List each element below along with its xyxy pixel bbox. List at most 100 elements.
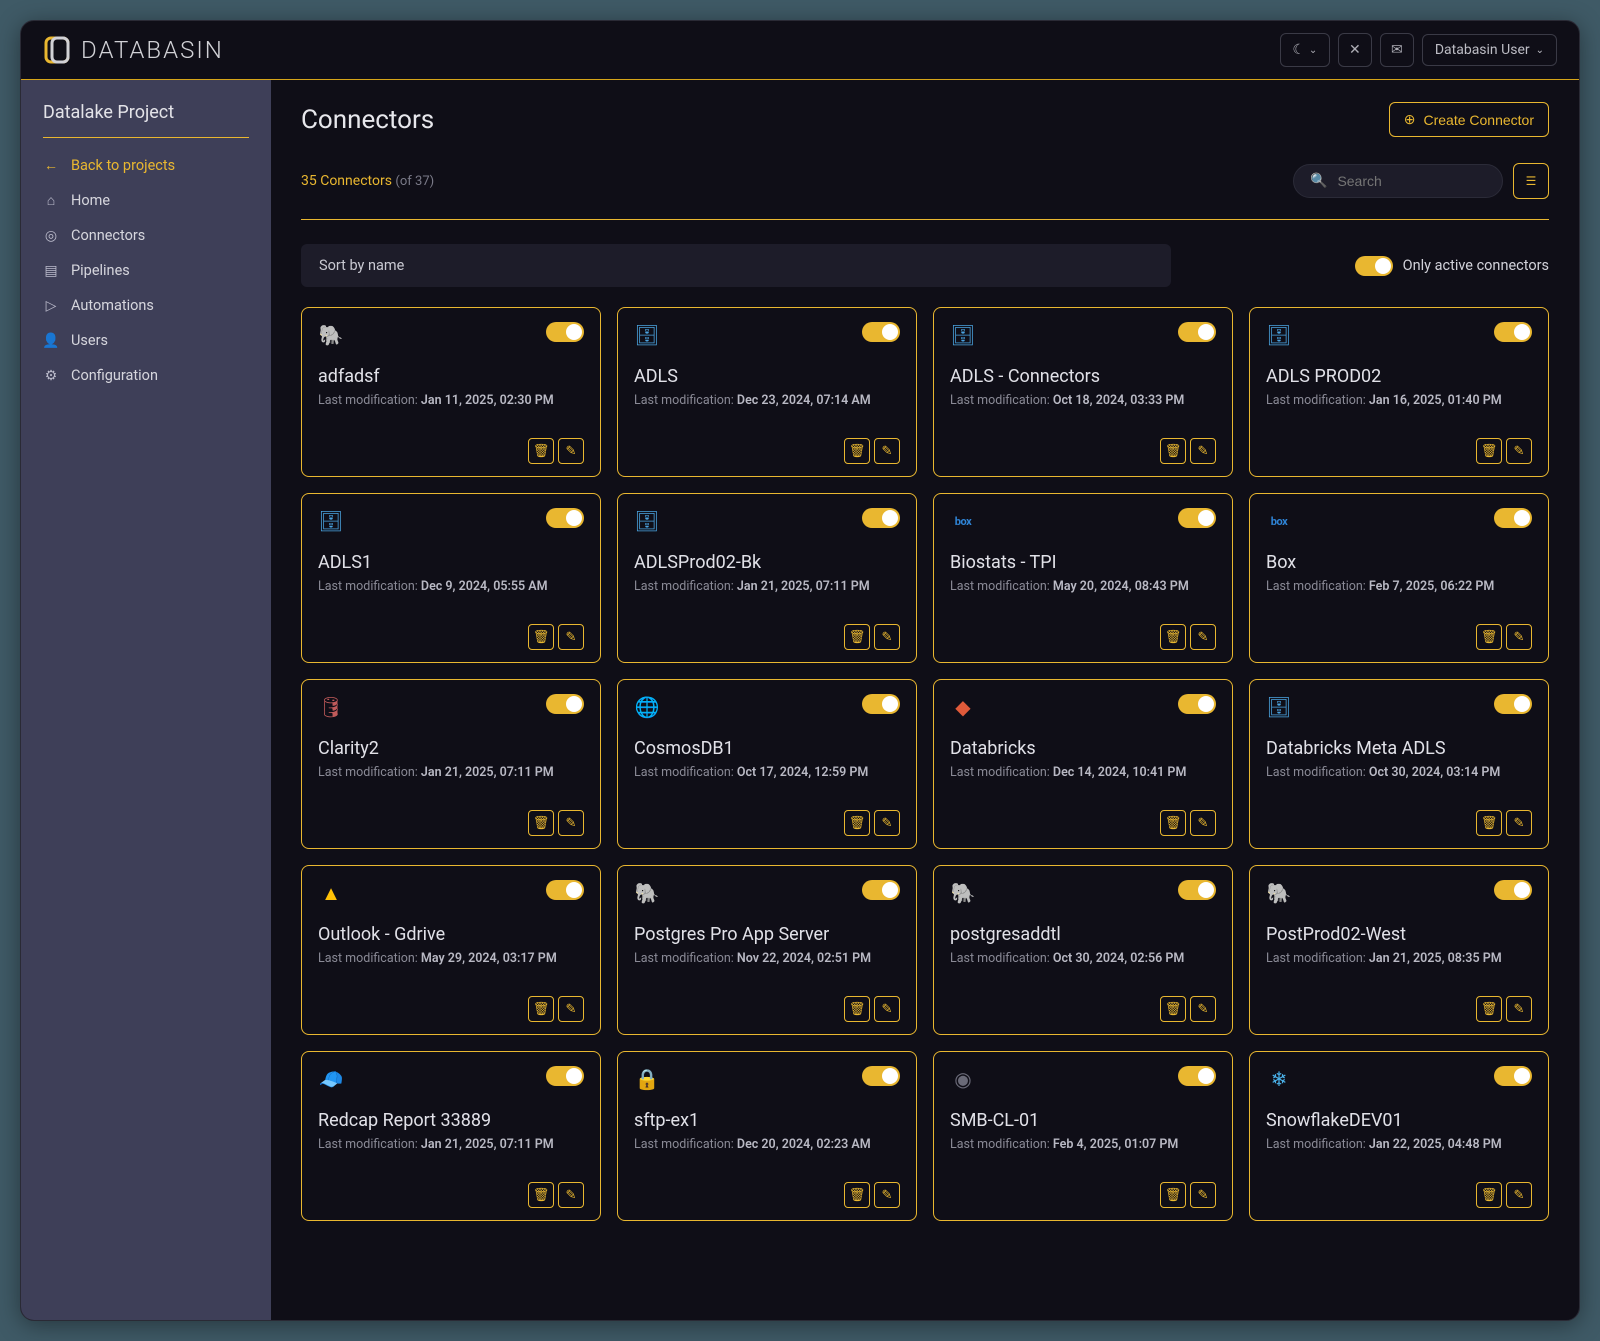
connector-card[interactable]: 🗄ADLSProd02-BkLast modification: Jan 21,… xyxy=(617,493,917,663)
delete-button[interactable]: 🗑 xyxy=(1160,996,1186,1022)
sidebar-item-pipelines[interactable]: ▤Pipelines xyxy=(21,253,271,288)
delete-button[interactable]: 🗑 xyxy=(528,810,554,836)
connector-card[interactable]: ◆DatabricksLast modification: Dec 14, 20… xyxy=(933,679,1233,849)
edit-button[interactable]: ✎ xyxy=(874,810,900,836)
connector-card[interactable]: boxBoxLast modification: Feb 7, 2025, 06… xyxy=(1249,493,1549,663)
delete-button[interactable]: 🗑 xyxy=(1476,438,1502,464)
connector-card[interactable]: 🌐CosmosDB1Last modification: Oct 17, 202… xyxy=(617,679,917,849)
edit-button[interactable]: ✎ xyxy=(1190,810,1216,836)
search-input-wrap[interactable]: 🔍 xyxy=(1293,164,1503,198)
connector-active-toggle[interactable] xyxy=(546,1066,584,1086)
connector-active-toggle[interactable] xyxy=(862,1066,900,1086)
connector-card[interactable]: 🔒sftp-ex1Last modification: Dec 20, 2024… xyxy=(617,1051,917,1221)
sidebar-item-connectors[interactable]: ◎Connectors xyxy=(21,218,271,253)
search-input[interactable] xyxy=(1337,173,1518,189)
sidebar-item-users[interactable]: 👤Users xyxy=(21,323,271,358)
delete-button[interactable]: 🗑 xyxy=(1160,438,1186,464)
edit-button[interactable]: ✎ xyxy=(1190,996,1216,1022)
edit-button[interactable]: ✎ xyxy=(1190,438,1216,464)
edit-button[interactable]: ✎ xyxy=(874,996,900,1022)
connector-active-toggle[interactable] xyxy=(1178,880,1216,900)
connector-active-toggle[interactable] xyxy=(546,508,584,528)
create-connector-button[interactable]: ⊕ Create Connector xyxy=(1389,102,1549,137)
edit-button[interactable]: ✎ xyxy=(1506,1182,1532,1208)
edit-button[interactable]: ✎ xyxy=(1190,624,1216,650)
filter-button[interactable]: ☰ xyxy=(1513,163,1549,199)
connector-card[interactable]: 🧢Redcap Report 33889Last modification: J… xyxy=(301,1051,601,1221)
connector-card[interactable]: 🗄ADLSLast modification: Dec 23, 2024, 07… xyxy=(617,307,917,477)
connector-modification: Last modification: May 20, 2024, 08:43 P… xyxy=(950,579,1216,594)
connector-card[interactable]: ◉SMB-CL-01Last modification: Feb 4, 2025… xyxy=(933,1051,1233,1221)
connector-card[interactable]: 🗄ADLS - ConnectorsLast modification: Oct… xyxy=(933,307,1233,477)
connector-active-toggle[interactable] xyxy=(546,322,584,342)
connector-card[interactable]: 🛢Clarity2Last modification: Jan 21, 2025… xyxy=(301,679,601,849)
connector-active-toggle[interactable] xyxy=(1178,1066,1216,1086)
back-to-projects[interactable]: ← Back to projects xyxy=(21,148,271,183)
edit-button[interactable]: ✎ xyxy=(874,438,900,464)
delete-button[interactable]: 🗑 xyxy=(528,1182,554,1208)
delete-button[interactable]: 🗑 xyxy=(1160,810,1186,836)
connector-active-toggle[interactable] xyxy=(546,880,584,900)
connector-active-toggle[interactable] xyxy=(1178,694,1216,714)
delete-button[interactable]: 🗑 xyxy=(1476,624,1502,650)
delete-button[interactable]: 🗑 xyxy=(528,624,554,650)
connector-active-toggle[interactable] xyxy=(1494,880,1532,900)
connector-card[interactable]: 🐘PostProd02-WestLast modification: Jan 2… xyxy=(1249,865,1549,1035)
sort-selector[interactable]: Sort by name xyxy=(301,244,1171,287)
edit-button[interactable]: ✎ xyxy=(558,624,584,650)
connector-card[interactable]: 🐘postgresaddtlLast modification: Oct 30,… xyxy=(933,865,1233,1035)
delete-button[interactable]: 🗑 xyxy=(1476,810,1502,836)
edit-button[interactable]: ✎ xyxy=(558,438,584,464)
connector-card[interactable]: 🗄ADLS PROD02Last modification: Jan 16, 2… xyxy=(1249,307,1549,477)
edit-button[interactable]: ✎ xyxy=(1506,624,1532,650)
active-only-toggle[interactable] xyxy=(1355,256,1393,276)
connector-active-toggle[interactable] xyxy=(1494,322,1532,342)
connector-card[interactable]: 🗄ADLS1Last modification: Dec 9, 2024, 05… xyxy=(301,493,601,663)
connector-card[interactable]: ▲Outlook - GdriveLast modification: May … xyxy=(301,865,601,1035)
connector-active-toggle[interactable] xyxy=(862,508,900,528)
connector-card[interactable]: 🐘adfadsfLast modification: Jan 11, 2025,… xyxy=(301,307,601,477)
delete-button[interactable]: 🗑 xyxy=(528,996,554,1022)
sidebar-item-configuration[interactable]: ⚙Configuration xyxy=(21,358,271,393)
connector-active-toggle[interactable] xyxy=(1494,694,1532,714)
delete-button[interactable]: 🗑 xyxy=(844,1182,870,1208)
delete-button[interactable]: 🗑 xyxy=(1476,996,1502,1022)
delete-button[interactable]: 🗑 xyxy=(528,438,554,464)
connector-card[interactable]: ❄SnowflakeDEV01Last modification: Jan 22… xyxy=(1249,1051,1549,1221)
mail-button[interactable]: ✉ xyxy=(1380,33,1414,67)
connector-active-toggle[interactable] xyxy=(1494,508,1532,528)
delete-button[interactable]: 🗑 xyxy=(844,624,870,650)
connector-active-toggle[interactable] xyxy=(1494,1066,1532,1086)
trash-icon: 🗑 xyxy=(533,816,550,831)
edit-button[interactable]: ✎ xyxy=(558,996,584,1022)
sidebar-item-automations[interactable]: ▷Automations xyxy=(21,288,271,323)
edit-button[interactable]: ✎ xyxy=(1506,996,1532,1022)
connector-card[interactable]: 🗄Databricks Meta ADLSLast modification: … xyxy=(1249,679,1549,849)
edit-button[interactable]: ✎ xyxy=(558,1182,584,1208)
connector-card[interactable]: boxBiostats - TPILast modification: May … xyxy=(933,493,1233,663)
edit-button[interactable]: ✎ xyxy=(1506,438,1532,464)
connector-active-toggle[interactable] xyxy=(862,880,900,900)
delete-button[interactable]: 🗑 xyxy=(1160,624,1186,650)
delete-button[interactable]: 🗑 xyxy=(844,996,870,1022)
edit-button[interactable]: ✎ xyxy=(1190,1182,1216,1208)
tools-button[interactable]: ✕ xyxy=(1338,33,1372,67)
delete-button[interactable]: 🗑 xyxy=(1476,1182,1502,1208)
connector-card[interactable]: 🐘Postgres Pro App ServerLast modificatio… xyxy=(617,865,917,1035)
delete-button[interactable]: 🗑 xyxy=(844,810,870,836)
connector-active-toggle[interactable] xyxy=(546,694,584,714)
edit-button[interactable]: ✎ xyxy=(558,810,584,836)
pencil-icon: ✎ xyxy=(566,444,577,459)
delete-button[interactable]: 🗑 xyxy=(844,438,870,464)
sidebar-item-home[interactable]: ⌂Home xyxy=(21,183,271,218)
connector-active-toggle[interactable] xyxy=(1178,322,1216,342)
delete-button[interactable]: 🗑 xyxy=(1160,1182,1186,1208)
user-menu[interactable]: Databasin User ⌄ xyxy=(1422,34,1557,66)
connector-active-toggle[interactable] xyxy=(1178,508,1216,528)
theme-toggle[interactable]: ☾ ⌄ xyxy=(1280,33,1330,67)
edit-button[interactable]: ✎ xyxy=(1506,810,1532,836)
edit-button[interactable]: ✎ xyxy=(874,1182,900,1208)
connector-active-toggle[interactable] xyxy=(862,694,900,714)
connector-active-toggle[interactable] xyxy=(862,322,900,342)
edit-button[interactable]: ✎ xyxy=(874,624,900,650)
